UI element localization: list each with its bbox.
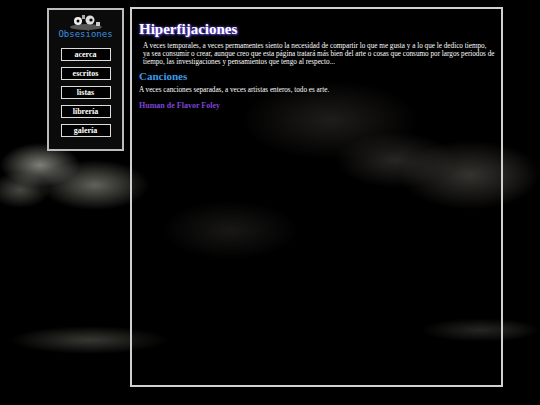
song-link[interactable]: Human de Flavor Foley [139,101,495,110]
intro-text: A veces temporales, a veces permamentes … [139,42,495,66]
nav-button[interactable]: escritos [61,67,111,80]
nav-button[interactable]: librería [61,105,111,118]
nav-button[interactable]: acerca [61,48,111,61]
sidebar: Obsesiones acerca escritos listas librería ga… [47,8,124,151]
nav-button[interactable]: listas [61,86,111,99]
section: Canciones A veces canciones separadas, a … [139,70,495,110]
logo-text: Obsesiones [58,30,112,40]
main-panel: Hiperfijaciones A veces temporales, a vec… [130,7,503,387]
logo-icon [69,14,103,30]
nav-button[interactable]: galería [61,124,111,137]
page-title: Hiperfijaciones [139,21,495,38]
logo[interactable]: Obsesiones [58,14,112,40]
section-heading: Canciones [139,70,495,82]
page: Obsesiones acerca escritos listas librería ga… [0,0,540,387]
section-text: A veces canciones separadas, a veces art… [139,86,495,94]
